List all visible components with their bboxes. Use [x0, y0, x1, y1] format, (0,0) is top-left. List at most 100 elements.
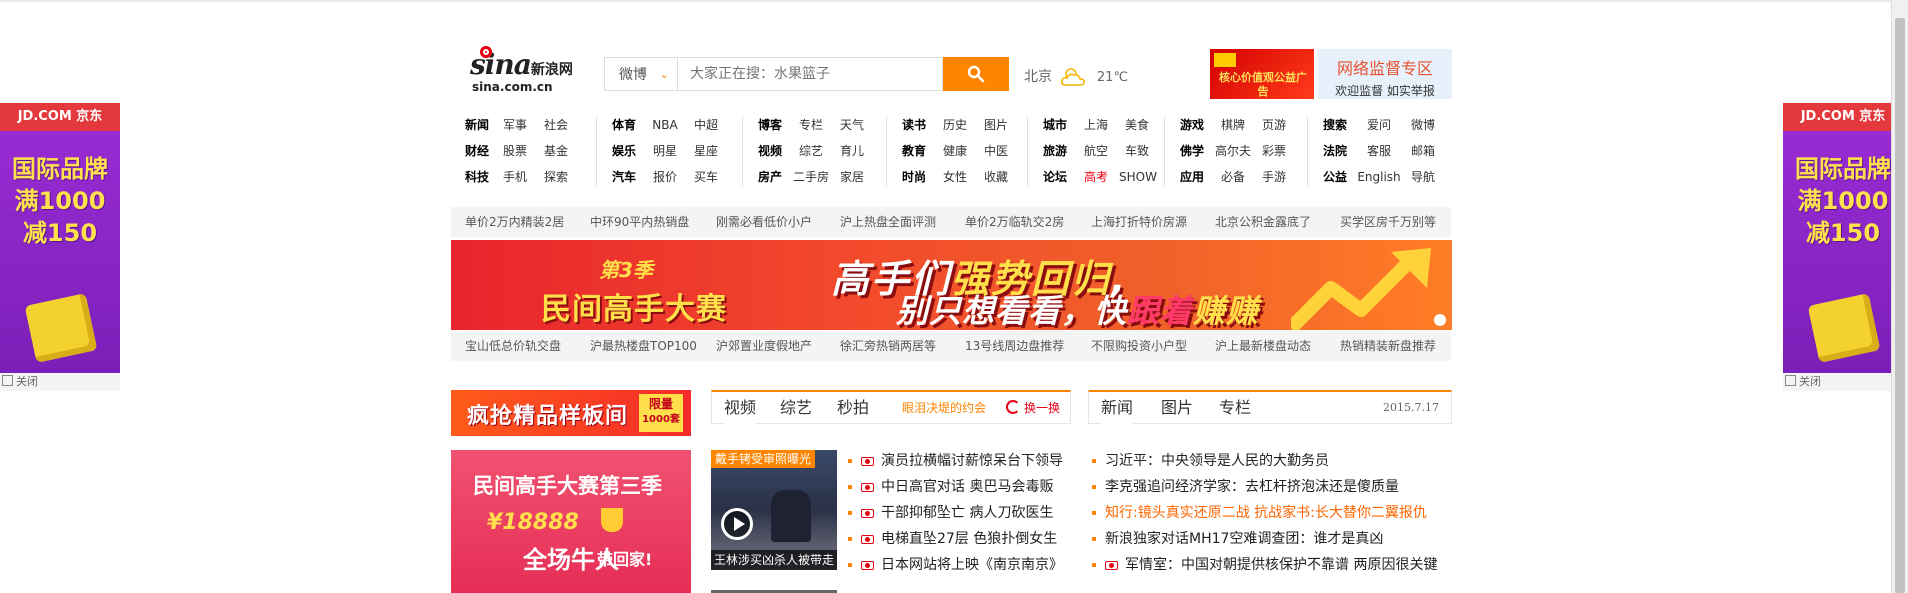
nav-link[interactable]: 必备 [1210, 164, 1256, 190]
nav-link[interactable]: 微博 [1405, 112, 1441, 138]
nav-link[interactable]: 综艺 [788, 138, 834, 164]
tab-video[interactable]: 视频 [724, 390, 757, 424]
video-list-item[interactable]: 演员拉横幅讨薪惊呆台下领导 [848, 448, 1078, 474]
video-list-item[interactable]: 干部抑郁坠亡 病人刀砍医生 [848, 500, 1078, 526]
play-icon[interactable] [721, 508, 753, 540]
nav-link[interactable]: 美食 [1119, 112, 1155, 138]
nav-link[interactable]: 女性 [932, 164, 978, 190]
nav-link[interactable]: 育儿 [834, 138, 870, 164]
nav-link[interactable]: 论坛 [1037, 164, 1073, 190]
house-link[interactable]: 热销精装新盘推荐 [1340, 331, 1436, 361]
house-link[interactable]: 沪上热盘全面评测 [840, 207, 936, 237]
house-link[interactable]: 刚需必看低价小户 [716, 207, 812, 237]
internet-supervision-promo[interactable]: 网络监督专区 欢迎监督 如实举报 [1318, 49, 1452, 99]
house-link[interactable]: 单价2万临轨交2房 [965, 207, 1064, 237]
nav-link[interactable]: 导航 [1405, 164, 1441, 190]
house-link[interactable]: 买学区房千万别等 [1340, 207, 1436, 237]
nav-link[interactable]: 客服 [1353, 138, 1405, 164]
close-ad-left-button[interactable]: 关闭 [0, 373, 120, 391]
scrollbar-thumb[interactable] [1895, 18, 1905, 593]
video-list-item[interactable]: 日本网站将上映《南京南京》 [848, 552, 1078, 578]
showroom-ad[interactable]: 疯抢精品样板间 限量 1000套 [451, 390, 691, 436]
news-list-item[interactable]: 军情室：中国对朝提供核保护不靠谱 两原因很关键 [1092, 552, 1452, 578]
nav-link[interactable]: 城市 [1037, 112, 1073, 138]
nav-link[interactable]: 视频 [752, 138, 788, 164]
nav-link[interactable]: 手机 [492, 164, 538, 190]
house-link[interactable]: 沪上最新楼盘动态 [1215, 331, 1311, 361]
nav-link[interactable]: 股票 [492, 138, 538, 164]
news-list-item[interactable]: 李克强追问经济学家：去杠杆挤泡沫还是傻质量 [1092, 474, 1452, 500]
nav-link[interactable]: 页游 [1256, 112, 1292, 138]
video-extra-link[interactable]: 眼泪决堤的约会 [902, 392, 986, 424]
nav-link[interactable]: 上海 [1073, 112, 1119, 138]
nav-link[interactable]: 财经 [462, 138, 492, 164]
news-list-item[interactable]: 知行:镜头真实还原二战 抗战家书:长大替你二翼报仇 [1092, 500, 1452, 526]
nav-link[interactable]: 高尔夫 [1210, 138, 1256, 164]
nav-link[interactable]: 专栏 [788, 112, 834, 138]
nav-link[interactable]: 军事 [492, 112, 538, 138]
nav-link[interactable]: SHOW [1119, 164, 1157, 190]
nav-link[interactable]: 教育 [896, 138, 932, 164]
search-button[interactable] [943, 57, 1009, 91]
nav-link[interactable]: 天气 [834, 112, 870, 138]
news-list-item[interactable]: 新浪独家对话MH17空难调查团：谁才是真凶 [1092, 526, 1452, 552]
house-link[interactable]: 上海打折特价房源 [1091, 207, 1187, 237]
nav-link[interactable]: 佛学 [1174, 138, 1210, 164]
house-link[interactable]: 13号线周边盘推荐 [965, 331, 1064, 361]
news-list-item[interactable]: 习近平：中央领导是人民的大勤务员 [1092, 448, 1452, 474]
nav-link[interactable]: 搜索 [1317, 112, 1353, 138]
contest-ad[interactable]: 民间高手大赛第三季 ¥18888 全场牛人 带回家! [451, 450, 691, 593]
nav-link[interactable]: 健康 [932, 138, 978, 164]
weather-widget[interactable]: 北京 21℃ [1024, 66, 1128, 87]
nav-link[interactable]: 读书 [896, 112, 932, 138]
nav-link[interactable]: English [1353, 164, 1405, 190]
house-link[interactable]: 中环90平内热销盘 [590, 207, 689, 237]
nav-link[interactable]: 中超 [688, 112, 724, 138]
nav-link[interactable]: 游戏 [1174, 112, 1210, 138]
house-link[interactable]: 徐汇旁热销两居等 [840, 331, 936, 361]
nav-link[interactable]: 社会 [538, 112, 574, 138]
nav-link[interactable]: 手游 [1256, 164, 1292, 190]
nav-link[interactable]: 旅游 [1037, 138, 1073, 164]
nav-link[interactable]: 家居 [834, 164, 870, 190]
house-link[interactable]: 单价2万内精装2居 [465, 207, 564, 237]
nav-link[interactable]: 买车 [688, 164, 724, 190]
video-list-item[interactable]: 电梯直坠27层 色狼扑倒女生 [848, 526, 1078, 552]
nav-link[interactable]: 图片 [978, 112, 1014, 138]
nav-link[interactable]: 车致 [1119, 138, 1155, 164]
tab-pictures[interactable]: 图片 [1161, 392, 1193, 424]
sina-logo[interactable]: sina新浪网 sina.com.cn [470, 46, 580, 96]
core-values-promo[interactable]: 核心价值观公益广告 [1210, 49, 1314, 99]
nav-link[interactable]: 新闻 [462, 112, 492, 138]
house-link[interactable]: 北京公积金露底了 [1215, 207, 1311, 237]
nav-link[interactable]: 探索 [538, 164, 574, 190]
house-link[interactable]: 沪郊置业度假地产 [716, 331, 812, 361]
nav-link[interactable]: 基金 [538, 138, 574, 164]
nav-link[interactable]: 科技 [462, 164, 492, 190]
nav-link[interactable]: 高考 [1073, 164, 1119, 190]
nav-link[interactable]: 娱乐 [606, 138, 642, 164]
nav-link[interactable]: 公益 [1317, 164, 1353, 190]
refresh-button[interactable]: 换一换 [1005, 392, 1060, 424]
nav-link[interactable]: 收藏 [978, 164, 1014, 190]
nav-link[interactable]: 星座 [688, 138, 724, 164]
nav-link[interactable]: 时尚 [896, 164, 932, 190]
nav-link[interactable]: NBA [642, 112, 688, 138]
nav-link[interactable]: 爱问 [1353, 112, 1405, 138]
nav-link[interactable]: 应用 [1174, 164, 1210, 190]
house-link[interactable]: 宝山低总价轨交盘 [465, 331, 561, 361]
nav-link[interactable]: 明星 [642, 138, 688, 164]
nav-link[interactable]: 中医 [978, 138, 1014, 164]
close-ad-right-button[interactable]: 关闭 [1783, 373, 1903, 391]
tab-columns[interactable]: 专栏 [1219, 392, 1251, 424]
video-list-item[interactable]: 中日高官对话 奥巴马会毒贩 [848, 474, 1078, 500]
nav-link[interactable]: 房产 [752, 164, 788, 190]
search-input[interactable] [677, 57, 943, 91]
side-ad-right[interactable]: JD.COM 京东 国际品牌 满1000 减150 [1783, 103, 1903, 373]
tab-news[interactable]: 新闻 [1101, 390, 1134, 424]
nav-link[interactable]: 航空 [1073, 138, 1119, 164]
nav-link[interactable]: 博客 [752, 112, 788, 138]
side-ad-left[interactable]: JD.COM 京东 国际品牌 满1000 减150 [0, 103, 120, 373]
nav-link[interactable]: 邮箱 [1405, 138, 1441, 164]
nav-link[interactable]: 历史 [932, 112, 978, 138]
